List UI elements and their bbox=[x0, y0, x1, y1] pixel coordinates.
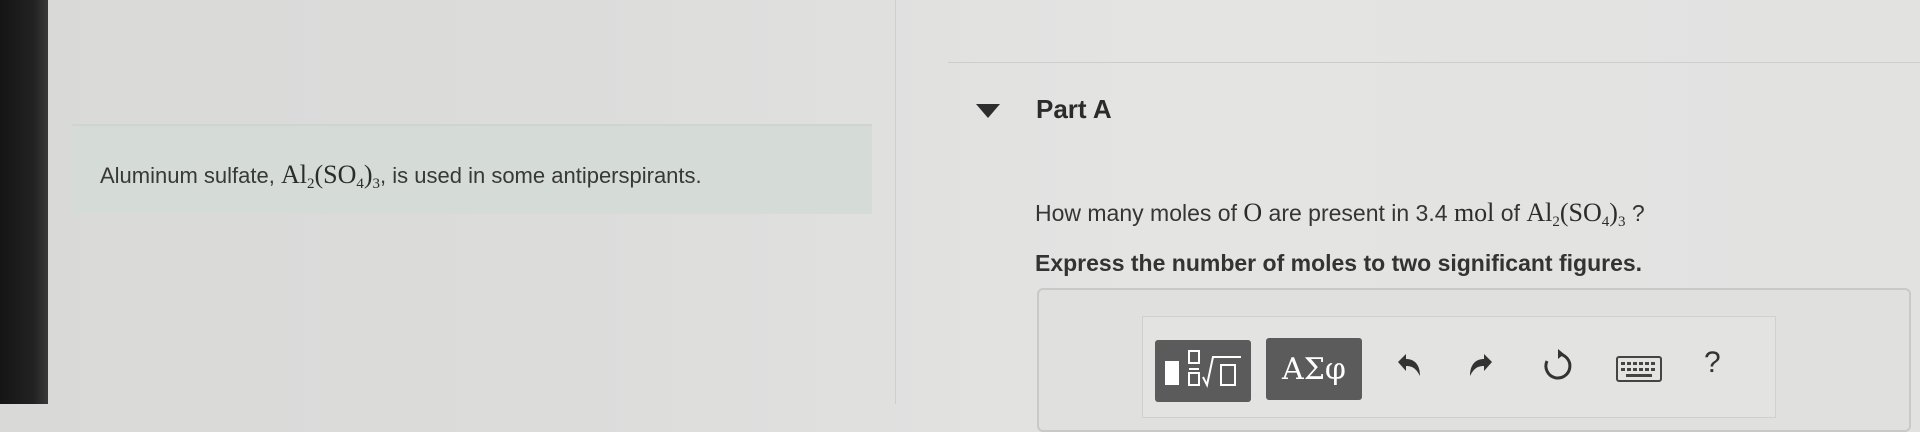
redo-icon[interactable] bbox=[1466, 348, 1500, 382]
collapse-caret-icon[interactable] bbox=[976, 104, 1000, 118]
templates-icon bbox=[1165, 350, 1241, 388]
column-divider bbox=[895, 0, 896, 404]
help-button[interactable]: ? bbox=[1704, 348, 1721, 378]
keyboard-icon[interactable] bbox=[1616, 356, 1662, 382]
formula: Al2(SO4)3 bbox=[1526, 198, 1626, 230]
formula: Al2(SO4)3 bbox=[280, 160, 381, 192]
part-separator bbox=[948, 62, 1920, 63]
undo-icon[interactable] bbox=[1390, 348, 1424, 382]
part-title[interactable]: Part A bbox=[1036, 94, 1112, 125]
templates-button[interactable] bbox=[1155, 340, 1251, 402]
greek-symbols-button[interactable]: ΑΣφ bbox=[1266, 338, 1362, 400]
question-text: How many moles of O are present in 3.4 m… bbox=[1035, 198, 1645, 230]
instruction-text: Express the number of moles to two signi… bbox=[1035, 250, 1643, 276]
screen-bezel bbox=[0, 0, 48, 404]
reset-icon[interactable] bbox=[1540, 348, 1576, 384]
problem-statement: Aluminum sulfate, Al2(SO4)3, is used in … bbox=[100, 160, 702, 192]
